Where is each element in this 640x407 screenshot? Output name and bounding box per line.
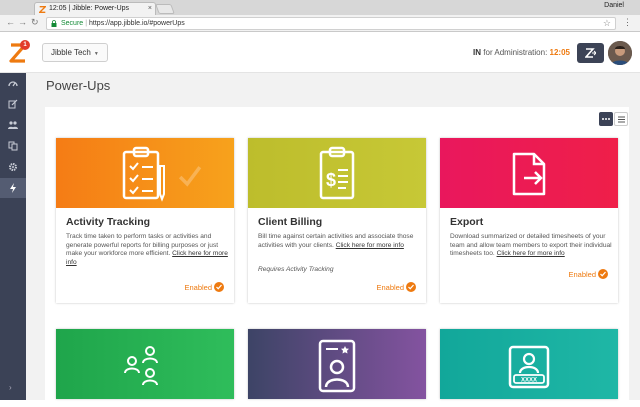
svg-text:$: $	[326, 170, 336, 190]
browser-menu-icon[interactable]: ⋮	[623, 17, 632, 28]
sidebar: ›	[0, 73, 26, 400]
card-description: Track time taken to perform tasks or act…	[66, 233, 228, 266]
more-info-link[interactable]: Click here for more info	[336, 242, 404, 249]
view-toggle	[599, 112, 629, 126]
lock-icon	[51, 20, 57, 27]
card-title: Activity Tracking	[66, 216, 151, 228]
notification-badge[interactable]: 1	[20, 40, 30, 50]
clipboard-checklist-icon	[122, 146, 165, 202]
status-time: 12:05	[549, 48, 570, 57]
gear-icon	[9, 163, 17, 171]
enabled-status[interactable]: Enabled	[376, 282, 416, 293]
power-up-card-activity-tracking[interactable]: Activity Tracking Track time taken to pe…	[56, 138, 234, 303]
url-text: https://app.jibble.io/#powerUps	[89, 20, 185, 27]
enabled-status[interactable]: Enabled	[184, 282, 224, 293]
people-icon	[8, 121, 18, 129]
file-export-icon	[512, 152, 546, 196]
speedometer-icon	[8, 81, 18, 87]
caret-down-icon: ▼	[93, 51, 99, 57]
new-tab-button[interactable]	[155, 4, 175, 14]
bookmark-star-icon[interactable]: ☆	[603, 18, 611, 29]
url-field[interactable]: Secure | https://app.jibble.io/#powerUps ☆	[46, 17, 616, 30]
invoice-dollar-icon: $	[319, 146, 355, 200]
jibble-favicon-icon	[39, 6, 46, 13]
browser-tabstrip: 12:05 | Jibble: Power-Ups × Daniel	[0, 0, 640, 15]
sidebar-item-settings[interactable]	[0, 157, 26, 177]
list-view-button[interactable]	[614, 112, 628, 126]
check-icon	[214, 282, 224, 293]
card-title: Client Billing	[258, 216, 323, 228]
team-banner	[56, 329, 234, 399]
lightning-icon	[10, 183, 16, 193]
user-photo-icon	[608, 41, 632, 65]
user-avatar[interactable]	[608, 41, 632, 65]
page-title: Power-Ups	[46, 78, 111, 93]
secure-label: Secure	[61, 20, 84, 27]
checkmark-pattern-icon	[178, 166, 202, 187]
check-icon	[406, 282, 416, 293]
sidebar-item-power-ups[interactable]	[0, 178, 26, 198]
organization-name: Jibble Tech	[51, 48, 91, 57]
id-card-icon: XXXX	[508, 345, 550, 389]
organization-select[interactable]: Jibble Tech ▼	[42, 43, 108, 62]
edit-icon	[8, 99, 18, 109]
id-card-banner: XXXX	[440, 329, 618, 399]
grid-view-button[interactable]	[599, 112, 613, 126]
power-up-card-profile[interactable]	[248, 329, 426, 399]
grid-dots-icon	[602, 118, 610, 120]
requirement-note: Requires Activity Tracking	[258, 266, 334, 273]
address-bar: ← → ↻ Secure | https://app.jibble.io/#powe…	[0, 15, 640, 32]
app-header: 1 Jibble Tech ▼ IN for Administration: 12…	[0, 33, 640, 73]
more-info-link[interactable]: Click here for more info	[497, 250, 565, 257]
expand-sidebar-icon[interactable]: ›	[9, 383, 12, 392]
power-ups-panel: Activity Tracking Track time taken to pe…	[45, 107, 629, 407]
sidebar-item-timesheets[interactable]	[0, 94, 26, 114]
profile-badge-icon	[318, 339, 356, 393]
id-code-text: XXXX	[521, 378, 537, 384]
main-content: Power-Ups Activity Tracking Track time t…	[26, 73, 640, 407]
card-description: Bill time against certain activities and…	[258, 233, 414, 249]
close-tab-icon[interactable]: ×	[148, 3, 152, 15]
power-up-card-client-billing[interactable]: $ Client Billing Bill time against certa…	[248, 138, 426, 303]
client-billing-banner: $	[248, 138, 426, 208]
power-up-card-team[interactable]	[56, 329, 234, 399]
power-up-card-id[interactable]: XXXX	[440, 329, 618, 399]
reload-icon[interactable]: ↻	[31, 17, 39, 28]
export-banner	[440, 138, 618, 208]
browser-user-name[interactable]: Daniel	[604, 2, 624, 9]
copy-icon	[8, 141, 18, 151]
browser-tab[interactable]: 12:05 | Jibble: Power-Ups ×	[34, 2, 156, 15]
sidebar-item-dashboard[interactable]	[0, 73, 26, 93]
people-network-icon	[124, 346, 158, 386]
enabled-status[interactable]: Enabled	[568, 269, 608, 280]
sidebar-item-reports[interactable]	[0, 136, 26, 156]
power-up-card-export[interactable]: Export Download summarized or detailed t…	[440, 138, 618, 303]
card-description: Download summarized or detailed timeshee…	[450, 233, 612, 258]
tab-title: 12:05 | Jibble: Power-Ups	[49, 5, 130, 12]
status-activity-label: for Administration:	[483, 48, 548, 57]
check-icon	[598, 269, 608, 280]
clock-status: IN for Administration: 12:05	[473, 48, 570, 57]
profile-banner	[248, 329, 426, 399]
activity-tracking-banner	[56, 138, 234, 208]
list-icon	[618, 116, 625, 123]
clock-out-icon	[585, 48, 596, 58]
clock-out-button[interactable]	[577, 43, 604, 63]
card-title: Export	[450, 216, 484, 228]
status-in-label: IN	[473, 48, 482, 57]
forward-icon[interactable]: →	[18, 17, 27, 27]
sidebar-item-people[interactable]	[0, 115, 26, 135]
back-icon[interactable]: ←	[6, 17, 15, 27]
